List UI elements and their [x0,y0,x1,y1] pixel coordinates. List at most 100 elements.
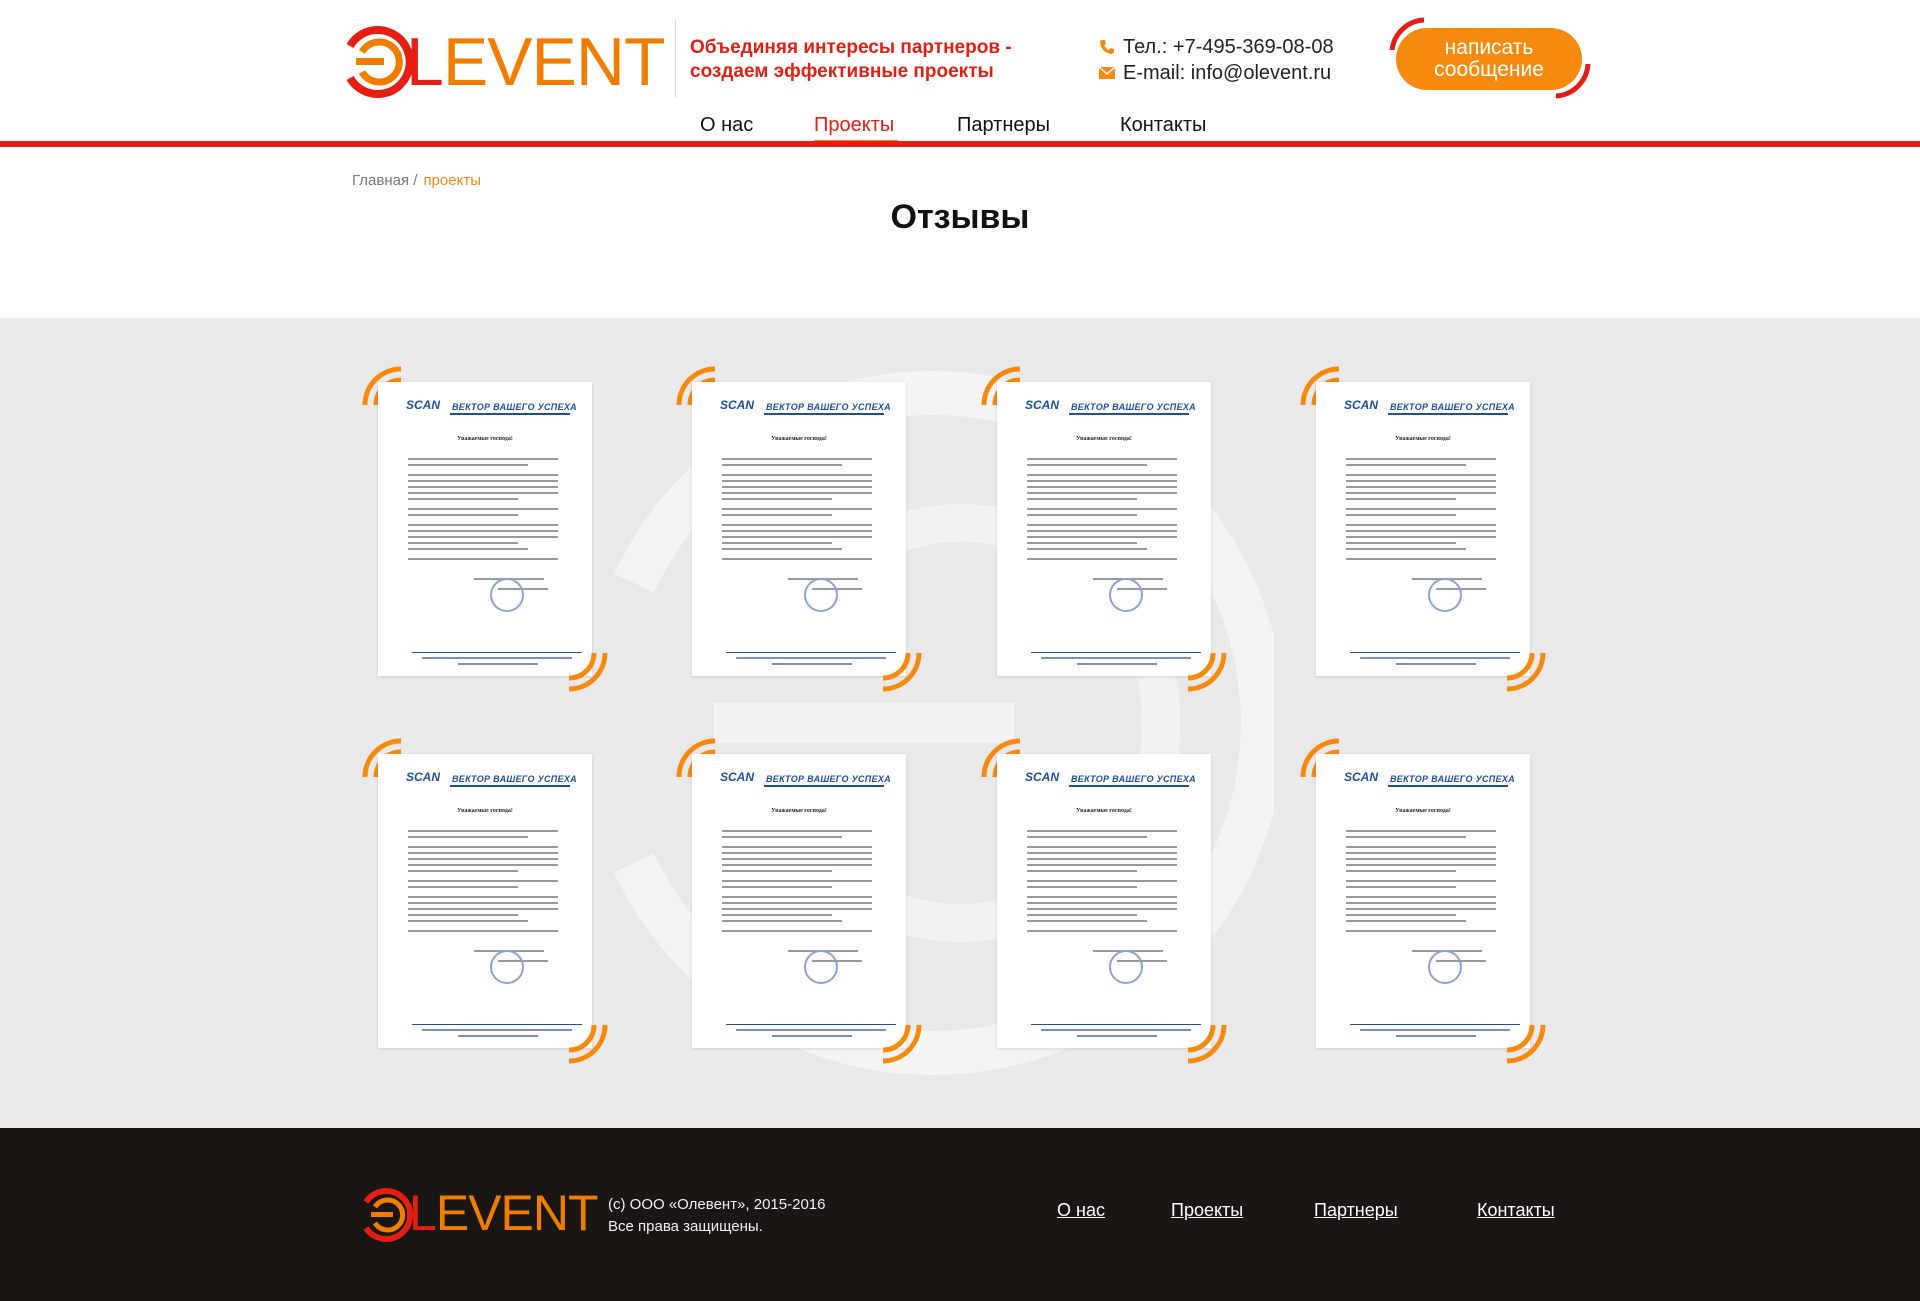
letter-text-line [722,908,872,910]
corner-arc-icon [882,652,922,692]
letter-text-line [722,880,872,882]
footer-nav-about[interactable]: О нас [1057,1200,1105,1221]
review-card: SCAN ВЕКТОР ВАШЕГО УСПЕХА Уважаемые господ… [362,366,608,692]
review-letter-thumbnail[interactable]: SCAN ВЕКТОР ВАШЕГО УСПЕХА Уважаемые господ… [1316,382,1530,676]
review-letter-thumbnail[interactable]: SCAN ВЕКТОР ВАШЕГО УСПЕХА Уважаемые господ… [1316,754,1530,1048]
letter-text-line [1027,548,1147,550]
nav-item-contacts[interactable]: Контакты [1120,112,1206,138]
letter-text-line [408,498,518,500]
review-letter-thumbnail[interactable]: SCAN ВЕКТОР ВАШЕГО УСПЕХА Уважаемые господ… [997,382,1211,676]
letter-text-line [408,542,518,544]
letter-text-line [722,530,872,532]
reviews-gallery: SCAN ВЕКТОР ВАШЕГО УСПЕХА Уважаемые господ… [0,318,1920,1128]
letter-greeting: Уважаемые господа! [457,808,513,814]
letter-text-line [722,858,872,860]
letter-footer-text [422,1029,572,1031]
letter-text-line [1346,508,1496,510]
letter-footer-text [1077,663,1157,665]
review-letter-thumbnail[interactable]: SCAN ВЕКТОР ВАШЕГО УСПЕХА Уважаемые господ… [997,754,1211,1048]
letter-text-line [408,548,528,550]
letter-text-line [1346,464,1466,466]
letter-text-line [722,498,832,500]
footer-nav-contacts[interactable]: Контакты [1477,1200,1555,1221]
letter-footer-text [736,1029,886,1031]
envelope-icon [1098,65,1115,82]
stamp-icon [490,950,524,984]
nav-item-projects[interactable]: Проекты [814,112,894,138]
review-letter-thumbnail[interactable]: SCAN ВЕКТОР ВАШЕГО УСПЕХА Уважаемые господ… [378,382,592,676]
letter-greeting: Уважаемые господа! [771,808,827,814]
letter-footer-text [1396,663,1476,665]
letter-text-line [1346,498,1456,500]
letter-footer-text [1360,1029,1510,1031]
review-card: SCAN ВЕКТОР ВАШЕГО УСПЕХА Уважаемые господ… [676,366,922,692]
letter-motto: ВЕКТОР ВАШЕГО УСПЕХА [1390,774,1515,784]
letter-text-line [722,846,872,848]
phone-text[interactable]: Тел.: +7-495-369-08-08 [1123,34,1334,60]
letter-text-line [408,492,558,494]
letter-motto: ВЕКТОР ВАШЕГО УСПЕХА [1071,402,1196,412]
letter-text-line [1346,846,1496,848]
footer-logo-ring-icon [363,1188,414,1242]
review-card: SCAN ВЕКТОР ВАШЕГО УСПЕХА Уважаемые господ… [362,738,608,1064]
letter-footer-rule [1031,652,1201,653]
nav-item-about[interactable]: О нас [700,112,753,138]
copyright-line-1: (c) ООО «Олевент», 2015-2016 [608,1196,826,1213]
letter-header-rule [450,413,570,415]
review-letter-thumbnail[interactable]: SCAN ВЕКТОР ВАШЕГО УСПЕХА Уважаемые господ… [692,382,906,676]
write-message-button[interactable]: написать сообщение [1396,28,1582,90]
letter-text-line [1346,880,1496,882]
letter-text-line [408,886,518,888]
letter-text-line [408,508,558,510]
footer-nav-projects[interactable]: Проекты [1171,1200,1243,1221]
corner-arc-icon [568,1024,608,1064]
letter-text-line [1027,880,1177,882]
review-letter-thumbnail[interactable]: SCAN ВЕКТОР ВАШЕГО УСПЕХА Уважаемые господ… [692,754,906,1048]
stamp-icon [1109,950,1143,984]
email-link[interactable]: E-mail: info@olevent.ru [1123,60,1331,86]
letter-text-line [1346,530,1496,532]
nav-item-partners[interactable]: Партнеры [957,112,1050,138]
letter-text-line [1027,914,1137,916]
letter-motto: ВЕКТОР ВАШЕГО УСПЕХА [452,774,577,784]
letter-logo-text: SCAN [720,398,755,412]
stamp-icon [1428,578,1462,612]
letter-text-line [408,524,558,526]
letter-motto: ВЕКТОР ВАШЕГО УСПЕХА [766,774,891,784]
letter-header-rule [1069,785,1189,787]
letter-text-line [722,464,842,466]
letter-text-line [1027,864,1177,866]
letter-text-line [722,896,872,898]
letter-text-line [1346,486,1496,488]
review-card: SCAN ВЕКТОР ВАШЕГО УСПЕХА Уважаемые господ… [676,738,922,1064]
letter-text-line [1027,902,1177,904]
review-letter-thumbnail[interactable]: SCAN ВЕКТОР ВАШЕГО УСПЕХА Уважаемые господ… [378,754,592,1048]
letter-text-line [1346,870,1456,872]
letter-text-line [1027,558,1177,560]
corner-arc-icon [1506,1024,1546,1064]
site-header: LEVENT Объединяя интересы партнеров - со… [0,0,1920,150]
letter-text-line [722,536,872,538]
letter-text-line [408,474,558,476]
letter-text-line [408,558,558,560]
footer-nav-partners[interactable]: Партнеры [1314,1200,1398,1221]
letter-greeting: Уважаемые господа! [1076,436,1132,442]
site-logo[interactable]: LEVENT [338,24,666,100]
letter-text-line [1346,858,1496,860]
letter-text-line [408,880,558,882]
letter-text-line [722,548,842,550]
letter-footer-text [1396,1035,1476,1037]
letter-logo-text: SCAN [1344,770,1379,784]
letter-text-line [1027,464,1147,466]
letter-text-line [1027,486,1177,488]
letter-text-line [1346,930,1496,932]
stamp-icon [804,578,838,612]
breadcrumb-home[interactable]: Главная / [352,172,417,189]
letter-text-line [1027,480,1177,482]
letter-text-line [1346,836,1466,838]
letter-text-line [408,846,558,848]
letter-text-line [1027,870,1137,872]
phone-row: Тел.: +7-495-369-08-08 [1098,34,1334,60]
letter-text-line [722,514,832,516]
footer-logo[interactable]: LEVENT [357,1186,599,1248]
